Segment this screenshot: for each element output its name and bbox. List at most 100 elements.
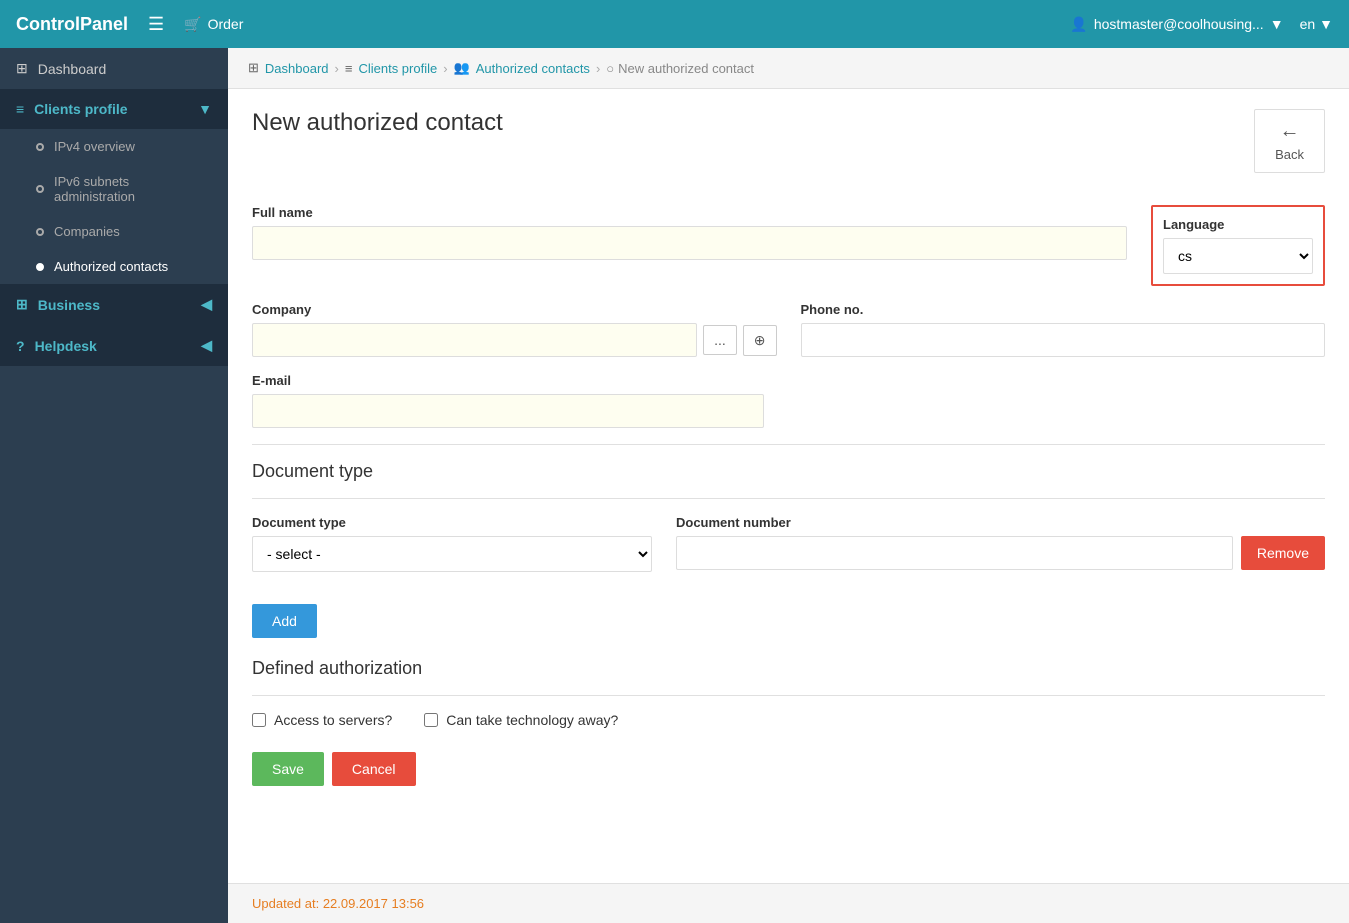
ipv6-dot-icon bbox=[36, 185, 44, 193]
breadcrumb-authorized-contacts[interactable]: Authorized contacts bbox=[476, 61, 590, 76]
authorized-contacts-dot-icon bbox=[36, 263, 44, 271]
breadcrumb-icon-clients: ≡ bbox=[345, 61, 353, 76]
content-area: New authorized contact ← Back Full name … bbox=[228, 89, 1349, 883]
access-servers-text: Access to servers? bbox=[274, 712, 392, 728]
sidebar-item-clients-profile[interactable]: ≡ Clients profile ▼ bbox=[0, 89, 228, 129]
user-arrow-icon: ▼ bbox=[1270, 16, 1284, 32]
phone-input[interactable] bbox=[801, 323, 1326, 357]
sidebar-item-companies[interactable]: Companies bbox=[0, 214, 228, 249]
back-arrow-icon: ← bbox=[1280, 120, 1300, 143]
remove-button[interactable]: Remove bbox=[1241, 536, 1325, 570]
save-button[interactable]: Save bbox=[252, 752, 324, 786]
user-menu[interactable]: 👤 hostmaster@coolhousing... ▼ bbox=[1070, 16, 1283, 33]
checkbox-row: Access to servers? Can take technology a… bbox=[252, 712, 1325, 728]
back-button[interactable]: ← Back bbox=[1254, 109, 1325, 173]
user-icon: 👤 bbox=[1070, 16, 1087, 33]
sidebar-item-ipv6[interactable]: IPv6 subnets administration bbox=[0, 164, 228, 214]
access-servers-label[interactable]: Access to servers? bbox=[252, 712, 392, 728]
breadcrumb-sep-2: › bbox=[443, 61, 447, 76]
action-row: Save Cancel bbox=[252, 752, 1325, 786]
sidebar-item-helpdesk[interactable]: ? Helpdesk ◀ bbox=[0, 325, 228, 366]
sidebar: ⊞ Dashboard ≡ Clients profile ▼ IPv4 ove… bbox=[0, 48, 228, 923]
sidebar-item-authorized-contacts[interactable]: Authorized contacts bbox=[0, 249, 228, 284]
sidebar-item-dashboard[interactable]: ⊞ Dashboard bbox=[0, 48, 228, 89]
divider-3 bbox=[252, 695, 1325, 696]
breadcrumb-new-label: New authorized contact bbox=[618, 61, 754, 76]
take-technology-checkbox[interactable] bbox=[424, 713, 438, 727]
doc-type-label: Document type bbox=[252, 515, 652, 530]
sidebar-helpdesk-label: Helpdesk bbox=[35, 338, 97, 354]
group-company: Company ... ⊕ bbox=[252, 302, 777, 357]
footer: Updated at: 22.09.2017 13:56 bbox=[228, 883, 1349, 923]
dashboard-icon: ⊞ bbox=[16, 60, 28, 77]
sidebar-business-label: Business bbox=[38, 297, 100, 313]
menu-icon[interactable]: ☰ bbox=[148, 14, 164, 35]
company-dots-button[interactable]: ... bbox=[703, 325, 737, 355]
take-technology-label[interactable]: Can take technology away? bbox=[424, 712, 618, 728]
sidebar-authorized-contacts-label: Authorized contacts bbox=[54, 259, 168, 274]
lang-label: en bbox=[1300, 16, 1316, 32]
document-type-section-title: Document type bbox=[252, 461, 1325, 482]
breadcrumb-icon-contacts: 👥 bbox=[454, 60, 470, 76]
user-email: hostmaster@coolhousing... bbox=[1094, 16, 1264, 32]
breadcrumb-current: ○ New authorized contact bbox=[606, 61, 754, 76]
clients-profile-icon: ≡ bbox=[16, 101, 24, 117]
language-selector[interactable]: en ▼ bbox=[1300, 16, 1333, 32]
group-fullname: Full name bbox=[252, 205, 1127, 260]
sidebar-ipv6-label: IPv6 subnets administration bbox=[54, 174, 212, 204]
company-input[interactable] bbox=[252, 323, 697, 357]
sidebar-clients-label: Clients profile bbox=[34, 101, 127, 117]
main-layout: ⊞ Dashboard ≡ Clients profile ▼ IPv4 ove… bbox=[0, 48, 1349, 923]
company-label: Company bbox=[252, 302, 777, 317]
company-plus-button[interactable]: ⊕ bbox=[743, 325, 777, 356]
order-link[interactable]: 🛒 Order bbox=[184, 16, 243, 33]
divider-2 bbox=[252, 498, 1325, 499]
sidebar-item-business[interactable]: ⊞ Business ◀ bbox=[0, 284, 228, 325]
ipv4-dot-icon bbox=[36, 143, 44, 151]
access-servers-checkbox[interactable] bbox=[252, 713, 266, 727]
group-doc-type: Document type - select - Passport ID Car… bbox=[252, 515, 652, 588]
group-email: E-mail bbox=[252, 373, 764, 428]
lang-arrow-icon: ▼ bbox=[1319, 16, 1333, 32]
add-button[interactable]: Add bbox=[252, 604, 317, 638]
helpdesk-arrow-icon: ◀ bbox=[201, 337, 212, 354]
companies-dot-icon bbox=[36, 228, 44, 236]
doc-type-select[interactable]: - select - Passport ID Card Driving Lice… bbox=[252, 536, 652, 572]
sidebar-ipv4-label: IPv4 overview bbox=[54, 139, 135, 154]
helpdesk-icon: ? bbox=[16, 338, 25, 354]
order-label: Order bbox=[208, 16, 244, 32]
fullname-input[interactable] bbox=[252, 226, 1127, 260]
breadcrumb-sep-1: › bbox=[335, 61, 339, 76]
defined-auth-title: Defined authorization bbox=[252, 658, 1325, 679]
company-row: ... ⊕ bbox=[252, 323, 777, 357]
email-input[interactable] bbox=[252, 394, 764, 428]
navbar-right: 👤 hostmaster@coolhousing... ▼ en ▼ bbox=[1070, 16, 1333, 33]
updated-label: Updated at: 22.09.2017 13:56 bbox=[252, 896, 424, 911]
breadcrumb-dashboard[interactable]: Dashboard bbox=[265, 61, 329, 76]
take-technology-text: Can take technology away? bbox=[446, 712, 618, 728]
sidebar-companies-label: Companies bbox=[54, 224, 120, 239]
row-company-phone: Company ... ⊕ Phone no. bbox=[252, 302, 1325, 357]
form-area: Full name Language cs en de sk bbox=[228, 189, 1349, 802]
row-fullname-language: Full name Language cs en de sk bbox=[252, 205, 1325, 286]
doc-number-input[interactable] bbox=[676, 536, 1233, 570]
sidebar-item-ipv4[interactable]: IPv4 overview bbox=[0, 129, 228, 164]
clients-arrow-icon: ▼ bbox=[198, 101, 212, 117]
breadcrumb: ⊞ Dashboard › ≡ Clients profile › 👥 Auth… bbox=[228, 48, 1349, 89]
breadcrumb-icon-new: ○ bbox=[606, 61, 614, 76]
brand-logo: ControlPanel bbox=[16, 14, 128, 35]
breadcrumb-clients-profile[interactable]: Clients profile bbox=[358, 61, 437, 76]
cancel-button[interactable]: Cancel bbox=[332, 752, 416, 786]
doc-number-label: Document number bbox=[676, 515, 1325, 530]
language-select[interactable]: cs en de sk bbox=[1163, 238, 1313, 274]
divider-1 bbox=[252, 444, 1325, 445]
doc-number-row: Remove bbox=[676, 536, 1325, 570]
group-phone: Phone no. bbox=[801, 302, 1326, 357]
group-doc-number: Document number Remove bbox=[676, 515, 1325, 570]
row-email: E-mail bbox=[252, 373, 1325, 428]
order-cart-icon: 🛒 bbox=[184, 16, 201, 33]
page-title: New authorized contact bbox=[252, 109, 503, 137]
email-label: E-mail bbox=[252, 373, 764, 388]
business-arrow-icon: ◀ bbox=[201, 296, 212, 313]
language-section: Language cs en de sk bbox=[1151, 205, 1325, 286]
